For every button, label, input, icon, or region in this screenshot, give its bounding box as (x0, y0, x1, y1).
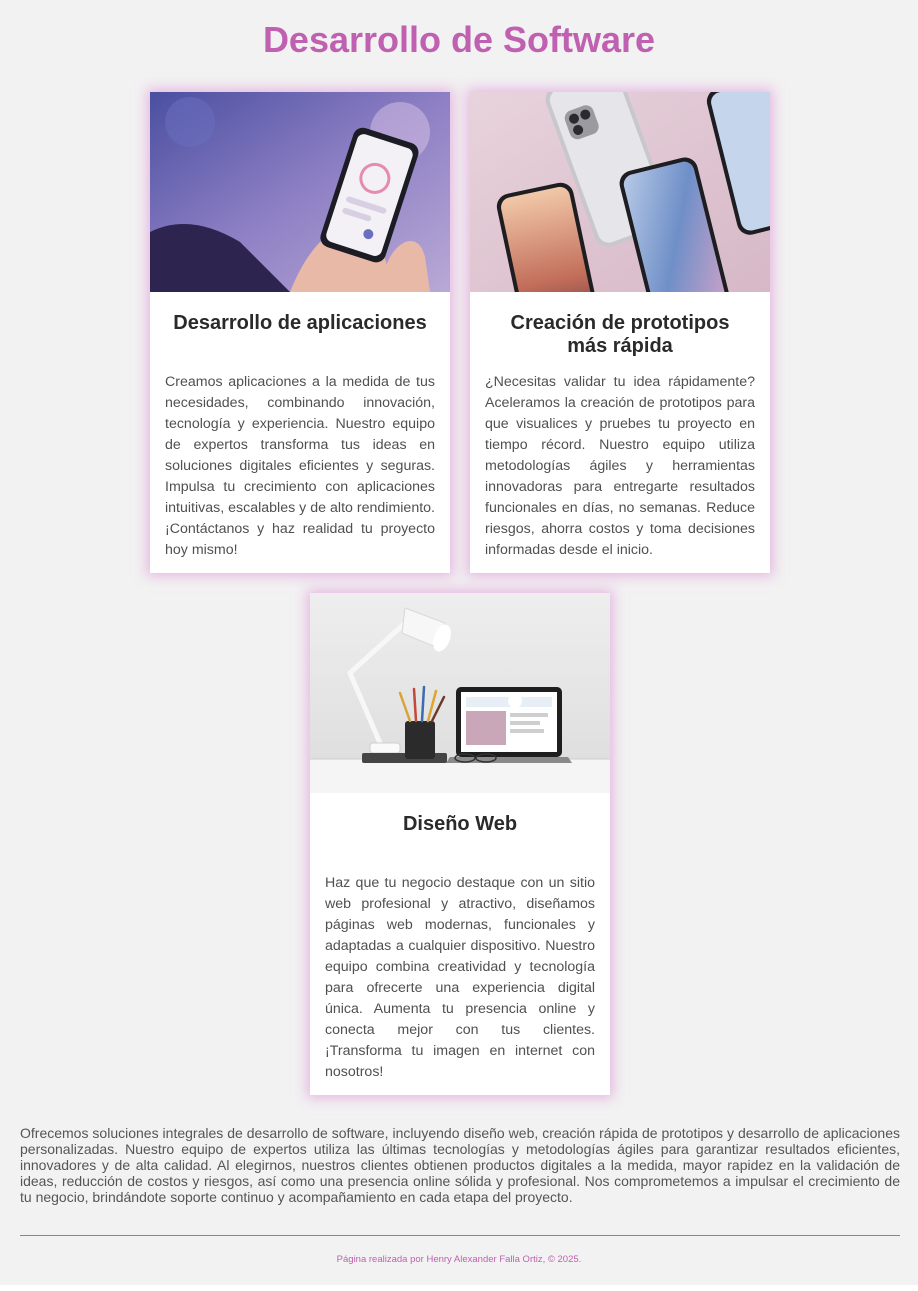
footer-divider (20, 1235, 900, 1236)
footer-text: Página realizada por Henry Alexander Fal… (336, 1254, 582, 1265)
card-text: Haz que tu negocio destaque con un sitio… (325, 875, 595, 1080)
card-title: Desarrollo de aplicaciones (173, 312, 427, 334)
service-card-web-design: Diseño Web Haz que tu negocio destaque c… (310, 593, 610, 1095)
service-card-apps: Desarrollo de aplicaciones Creamos aplic… (150, 92, 450, 573)
card-title: Diseño Web (402, 813, 518, 835)
card-image-desk-laptop (310, 593, 610, 793)
page: Desarrollo de Software Desarrollo de apl… (0, 0, 918, 1285)
card-image-phone-app (150, 92, 450, 292)
card-title: Creación de prototipos más rápida (510, 312, 730, 357)
card-text: ¿Necesitas validar tu idea rápidamente? … (485, 374, 755, 558)
page-title: Desarrollo de Software (262, 19, 656, 60)
service-card-prototypes: Creación de prototipos más rápida ¿Neces… (470, 92, 770, 573)
card-image-phone-mockups (470, 92, 770, 292)
intro-paragraph: Ofrecemos soluciones integrales de desar… (20, 1125, 900, 1205)
card-text: Creamos aplicaciones a la medida de tus … (165, 374, 435, 558)
